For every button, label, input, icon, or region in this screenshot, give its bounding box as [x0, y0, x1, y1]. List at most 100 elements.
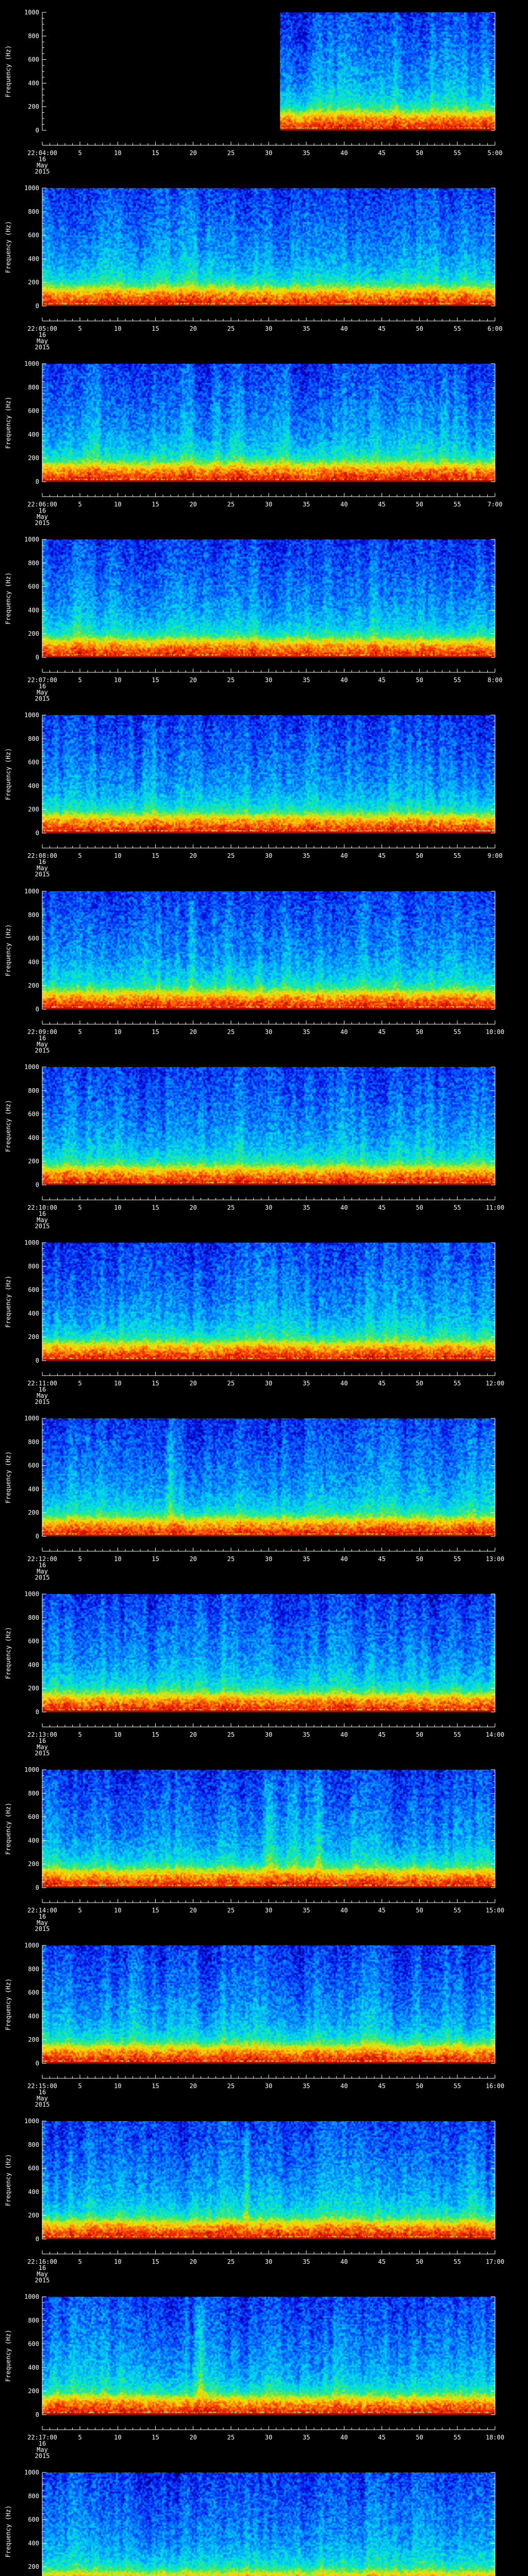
y-tick-label: 600: [28, 1638, 39, 1645]
x-tick-label: 20: [189, 1204, 196, 1211]
x-tick-label: 50: [416, 325, 423, 332]
x-tick-label: 40: [340, 2082, 348, 2090]
x-tick-label: 5: [78, 1204, 82, 1211]
y-tick-label: 600: [28, 759, 39, 766]
x-tick-label: 40: [340, 676, 348, 684]
y-tick-label: 1000: [24, 1239, 39, 1246]
x-date-line: 2015: [35, 695, 50, 702]
spectrogram-panel: 0 200 400 600 800 1000 Frequency (Hz) 22:07:00 5…: [0, 527, 528, 703]
x-tick-label: 5: [78, 2434, 82, 2441]
x-tick-label: 45: [378, 2082, 385, 2090]
y-tick-label: 1000: [24, 9, 39, 16]
x-tick-label: 55: [454, 1204, 461, 1211]
x-tick-label: 15: [152, 1555, 159, 1563]
axes-layer: 02004006008001000Frequency (Hz)22:06:00 5…: [5, 360, 502, 527]
y-tick-label: 0: [36, 1006, 39, 1013]
x-end-time-label: 12:00: [486, 1380, 504, 1387]
x-tick-label: 5: [78, 1907, 82, 1914]
y-tick-label: 800: [28, 1965, 39, 1973]
x-tick-label: 50: [416, 2434, 423, 2441]
x-tick-label: 35: [303, 676, 310, 684]
axes-layer: 02004006008001000Frequency (Hz)22:10:00 5…: [5, 1063, 504, 1230]
axes-layer: 02004006008001000Frequency (Hz)22:04:00 5…: [5, 9, 503, 175]
x-tick-label: 10: [114, 2258, 121, 2265]
x-tick-label: 25: [227, 149, 235, 157]
axes-layer: 02004006008001000Frequency (Hz)22:15:00 5…: [5, 1942, 504, 2108]
axes-layer: 02004006008001000Frequency (Hz)22:14:00 5…: [5, 1766, 504, 1933]
x-tick-label: 50: [416, 852, 423, 859]
x-tick-label: 25: [227, 1028, 235, 1036]
x-tick-label: 50: [416, 1731, 423, 1738]
x-date-line: 2015: [35, 1574, 50, 1581]
y-tick-label: 600: [28, 2341, 39, 2348]
x-tick-label: 35: [303, 2434, 310, 2441]
x-tick-label: 5: [78, 2258, 82, 2265]
x-tick-label: 35: [303, 1731, 310, 1738]
x-tick-label: 45: [378, 501, 385, 508]
x-tick-label: 15: [152, 2434, 159, 2441]
y-tick-label: 1000: [24, 536, 39, 543]
y-tick-label: 800: [28, 2493, 39, 2500]
x-tick-label: 20: [189, 149, 196, 157]
x-tick-label: 35: [303, 1204, 310, 1211]
x-tick-label: 40: [340, 1028, 348, 1036]
spectrogram-panel: 0 200 400 600 800 1000 Frequency (Hz) 22:14:00 5…: [0, 1757, 528, 1933]
x-tick-label: 10: [114, 1731, 121, 1738]
x-tick-label: 40: [340, 2258, 348, 2265]
y-tick-label: 800: [28, 384, 39, 391]
axes-layer: 02004006008001000Frequency (Hz)22:08:00 5…: [5, 711, 502, 878]
x-tick-label: 20: [189, 676, 196, 684]
y-tick-label: 800: [28, 911, 39, 919]
x-end-time-label: 17:00: [486, 2258, 504, 2265]
x-end-time-label: 15:00: [486, 1907, 504, 1914]
y-axis-title: Frequency (Hz): [5, 748, 12, 800]
x-tick-label: 55: [454, 852, 461, 859]
x-tick-label: 45: [378, 676, 385, 684]
x-tick-label: 35: [303, 1380, 310, 1387]
y-tick-label: 1000: [24, 1942, 39, 1949]
x-tick-label: 5: [78, 852, 82, 859]
x-tick-label: 10: [114, 1204, 121, 1211]
y-tick-label: 400: [28, 2364, 39, 2371]
spectrogram-panel: 0 200 400 600 800 1000 Frequency (Hz) 22:15:00 5…: [0, 1933, 528, 2109]
y-tick-label: 600: [28, 408, 39, 415]
x-tick-label: 5: [78, 1028, 82, 1036]
y-axis-title: Frequency (Hz): [5, 1276, 12, 1328]
spectrogram-panel: 02004006008001000Frequency (Hz)22:18:005…: [0, 2460, 528, 2576]
x-tick-label: 55: [454, 676, 461, 684]
x-tick-label: 55: [454, 1028, 461, 1036]
x-tick-label: 10: [114, 149, 121, 157]
x-tick-label: 15: [152, 501, 159, 508]
x-date-line: 2015: [35, 1750, 50, 1757]
y-tick-label: 200: [28, 630, 39, 637]
y-tick-label: 600: [28, 232, 39, 239]
x-tick-label: 35: [303, 149, 310, 157]
x-tick-label: 40: [340, 1204, 348, 1211]
x-tick-label: 30: [265, 1555, 272, 1563]
x-tick-label: 30: [265, 501, 272, 508]
y-tick-label: 800: [28, 560, 39, 567]
y-tick-label: 400: [28, 1134, 39, 1141]
spectrogram-panel: 0 200 400 600 800 1000 Frequency (Hz) 22:05:00 5…: [0, 176, 528, 351]
spectrogram-panel: 0 200 400 600 800 1000 Frequency (Hz) 22:17:00 5…: [0, 2284, 528, 2460]
x-tick-label: 35: [303, 2082, 310, 2090]
x-tick-label: 10: [114, 676, 121, 684]
y-tick-label: 400: [28, 431, 39, 438]
x-tick-label: 15: [152, 852, 159, 859]
x-tick-label: 50: [416, 676, 423, 684]
axes-layer: 02004006008001000Frequency (Hz)22:17:00 5…: [5, 2293, 504, 2460]
x-tick-label: 20: [189, 501, 196, 508]
x-tick-label: 25: [227, 852, 235, 859]
x-tick-label: 45: [378, 1731, 385, 1738]
x-date-line: 2015: [35, 344, 50, 351]
x-date-line: 2015: [35, 2452, 50, 2460]
x-end-time-label: 5:00: [488, 149, 503, 157]
y-tick-label: 200: [28, 1509, 39, 1516]
x-date-line: 2015: [35, 1047, 50, 1054]
x-tick-label: 50: [416, 2082, 423, 2090]
y-tick-label: 400: [28, 2539, 39, 2547]
x-tick-label: 35: [303, 1907, 310, 1914]
y-tick-label: 200: [28, 2212, 39, 2219]
x-tick-label: 25: [227, 501, 235, 508]
y-tick-label: 400: [28, 255, 39, 262]
